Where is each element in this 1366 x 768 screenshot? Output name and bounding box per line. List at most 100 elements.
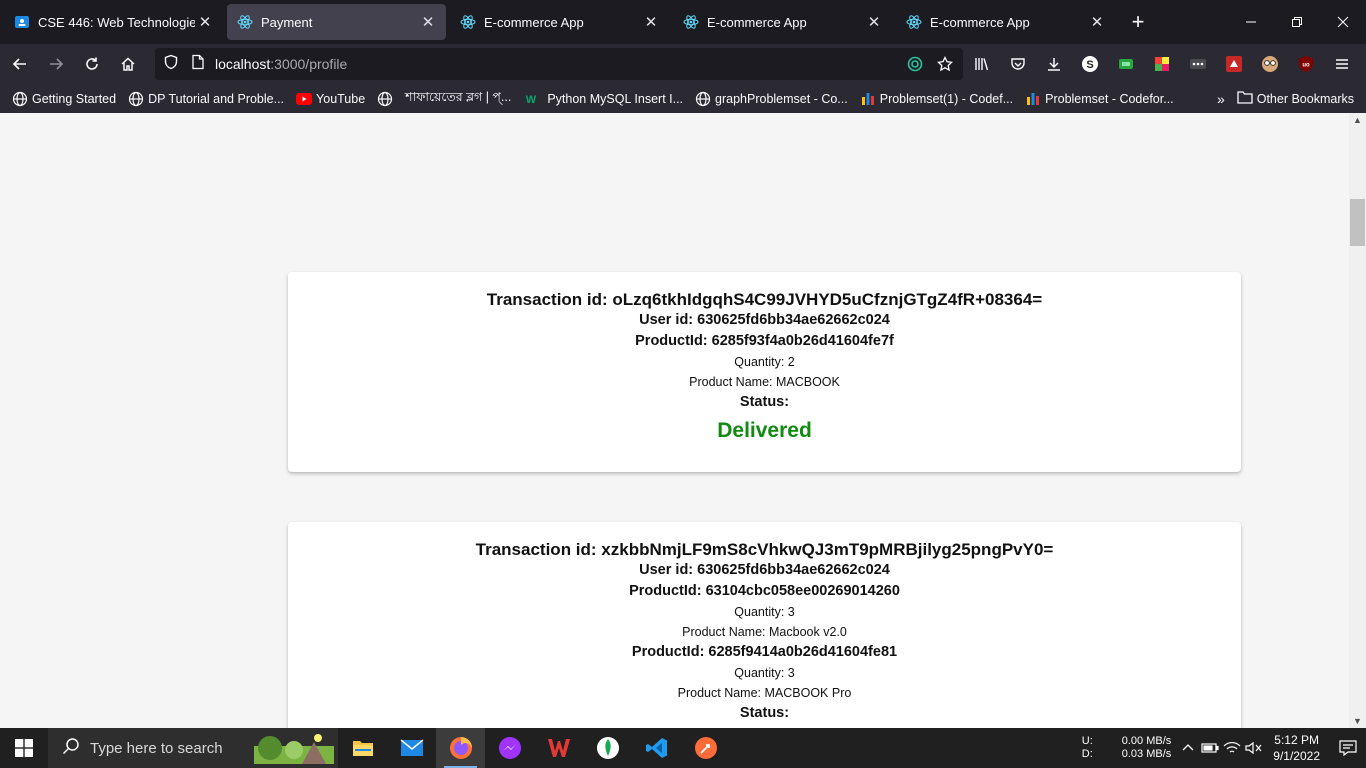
navigation-bar: localhost:3000/profile S uo [0,44,1366,84]
wps-icon[interactable] [534,728,583,768]
product-name: Product Name: MACBOOK Pro [677,686,852,700]
close-icon[interactable]: ✕ [195,12,215,32]
product-id: ProductId: 63104cbc058ee00269014260 [629,583,900,599]
transaction-id: Transaction id: xzkbbNmjLF9mS8cVhkwQJ3mT… [475,540,1054,559]
vertical-scrollbar[interactable]: ▲ ▼ [1349,113,1366,728]
scroll-up-icon[interactable]: ▲ [1349,113,1366,127]
bookmark-python-mysql[interactable]: W Python MySQL Insert I... [523,91,683,107]
globe-icon [377,91,393,107]
url-host: localhost [215,56,271,72]
taskbar-search[interactable]: Type here to search [48,728,338,768]
network-speed-monitor: U: 0.00 MB/s D: 0.03 MB/s [1082,735,1172,761]
chevron-up-icon[interactable] [1177,728,1199,768]
product-id: ProductId: 6285f9414a0b26d41604fe81 [631,644,898,660]
red-extension-icon[interactable] [1218,48,1250,80]
bookmark-dp-tutorial[interactable]: DP Tutorial and Proble... [128,91,284,107]
volume-muted-icon[interactable] [1243,728,1265,768]
bookmark-problemset[interactable]: Problemset - Codefor... [1025,91,1174,107]
scroll-thumb[interactable] [1350,199,1365,246]
upload-label: U: [1081,735,1093,747]
bookmark-label: YouTube [316,91,366,106]
download-icon[interactable] [1038,48,1070,80]
windows-start-icon[interactable] [0,728,48,768]
new-tab-button[interactable]: + [1121,5,1155,39]
user-id: User id: 630625fd6bb34ae62662c024 [639,562,890,578]
tab-cse446[interactable]: CSE 446: Web Technologies ✕ [4,4,223,40]
glasses-extension-icon[interactable] [1254,48,1286,80]
library-icon[interactable] [966,48,998,80]
other-bookmarks[interactable]: Other Bookmarks [1257,92,1354,106]
messenger-icon[interactable] [485,728,534,768]
restore-icon[interactable] [1274,0,1320,44]
battery-icon[interactable] [1199,728,1221,768]
postman-icon[interactable] [681,728,730,768]
tab-ecommerce-3[interactable]: E-commerce App ✕ [896,4,1115,40]
home-icon[interactable] [112,48,144,80]
classroom-icon [14,14,30,30]
tab-title: CSE 446: Web Technologies [38,14,195,30]
pocket-icon[interactable] [1002,48,1034,80]
system-tray: U: 0.00 MB/s D: 0.03 MB/s 5:12 PM 9/1/2022 [1082,728,1366,768]
status-label: Status: [739,705,790,721]
w3schools-icon: W [523,91,539,107]
transaction-card: Transaction id: oLzq6tkhIdgqhS4C99JVHYD5… [288,272,1241,472]
close-window-icon[interactable] [1320,0,1366,44]
green-extension-icon[interactable] [1110,48,1142,80]
vscode-icon[interactable] [632,728,681,768]
forward-icon[interactable] [40,48,72,80]
clock-date: 9/1/2022 [1273,749,1320,763]
react-icon [237,14,253,30]
page-icon[interactable] [191,54,205,75]
page-content: Transaction id: oLzq6tkhIdgqhS4C99JVHYD5… [0,113,1349,728]
bookmark-graph-problemset[interactable]: graphProblemset - Co... [695,91,848,107]
url-text[interactable]: localhost:3000/profile [215,56,347,72]
search-icon [62,737,80,759]
tab-ecommerce-2[interactable]: E-commerce App ✕ [673,4,892,40]
close-icon[interactable]: ✕ [641,12,661,32]
close-icon[interactable]: ✕ [1087,12,1107,32]
bookmark-getting-started[interactable]: Getting Started [12,91,116,107]
skype-extension-icon[interactable]: S [1074,48,1106,80]
scroll-down-icon[interactable]: ▼ [1349,714,1366,728]
folder-icon [1237,90,1253,107]
url-bar[interactable]: localhost:3000/profile [155,48,963,80]
product-id: ProductId: 6285f93f4a0b26d41604fe7f [635,333,894,349]
bookmark-problemset-1[interactable]: Problemset(1) - Codef... [860,91,1013,107]
back-icon[interactable] [4,48,36,80]
star-icon[interactable] [933,52,957,76]
globe-icon [128,91,144,107]
youtube-icon [296,91,313,107]
mail-icon[interactable] [387,728,436,768]
tab-payment[interactable]: Payment ✕ [227,4,446,40]
close-icon[interactable]: ✕ [418,12,438,32]
reload-icon[interactable] [76,48,108,80]
transaction-id: Transaction id: oLzq6tkhIdgqhS4C99JVHYD5… [486,290,1043,309]
file-explorer-icon[interactable] [338,728,387,768]
minimize-icon[interactable] [1228,0,1274,44]
dots-extension-icon[interactable] [1182,48,1214,80]
quantity: Quantity: 2 [734,355,795,369]
bookmark-youtube[interactable]: YouTube [296,91,365,107]
bookmark-label: DP Tutorial and Proble... [148,91,285,106]
bookmark-shafaet-blog[interactable]: শাফায়েতের ব্লগ | প্... [377,89,511,109]
mongodb-icon[interactable] [583,728,632,768]
shield-icon[interactable] [163,54,179,75]
tab-ecommerce-1[interactable]: E-commerce App ✕ [450,4,669,40]
close-icon[interactable]: ✕ [864,12,884,32]
codeforces-icon [860,91,876,107]
window-controls [1228,0,1366,44]
notifications-icon[interactable] [1330,728,1366,768]
clock[interactable]: 5:12 PM 9/1/2022 [1273,732,1320,764]
extension-target-icon[interactable] [903,52,927,76]
taskbar: Type here to search U: 0.00 MB/s D: 0.03 M… [0,728,1366,768]
menu-icon[interactable] [1326,48,1358,80]
status-delivered: Delivered [717,419,812,442]
colorful-extension-icon[interactable] [1146,48,1178,80]
wifi-icon[interactable] [1221,728,1243,768]
search-highlight-image [254,728,334,768]
tab-title: E-commerce App [707,14,807,30]
search-placeholder: Type here to search [90,739,223,757]
chevron-right-double-icon[interactable]: » [1217,91,1225,107]
firefox-icon[interactable] [436,728,485,768]
ublock-icon[interactable]: uo [1290,48,1322,80]
